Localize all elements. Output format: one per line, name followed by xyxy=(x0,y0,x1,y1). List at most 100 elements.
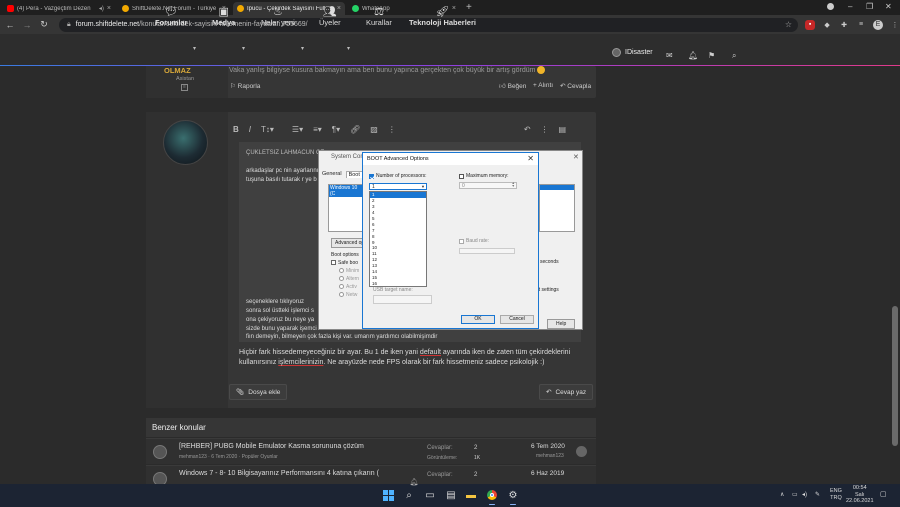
chrome-icon[interactable] xyxy=(486,489,498,505)
scale-icon: ⚖ xyxy=(373,6,384,18)
role-badge-icon: ≡ xyxy=(181,84,188,91)
profile-avatar-icon[interactable]: E xyxy=(873,19,883,30)
chevron-down-icon[interactable]: ▾ xyxy=(242,45,245,52)
chevron-up-icon[interactable]: ∧ xyxy=(780,492,784,499)
nav-medya[interactable]: ▣ Medya xyxy=(212,5,235,27)
scrollbar-thumb[interactable] xyxy=(892,306,898,446)
smile-emoji-icon xyxy=(537,66,546,74)
volume-icon[interactable]: ◂) xyxy=(802,492,807,499)
browser-tab[interactable]: (4) Pera - Vazgeçtim Dezen ◂) × xyxy=(3,2,115,15)
widgets-icon[interactable]: ▤ xyxy=(445,489,457,501)
bookmark-icon[interactable]: ⚑ xyxy=(708,51,715,60)
extensions-puzzle-icon[interactable]: ✚ xyxy=(839,20,849,30)
link-icon[interactable]: 🔗︎ xyxy=(350,125,360,134)
chevron-down-icon[interactable]: ▾ xyxy=(193,45,196,52)
notifications-icon[interactable]: ▢ xyxy=(880,491,887,499)
tab-general[interactable]: General xyxy=(322,171,342,178)
editor-toolbar: B I T↕▾ ☰▾ ≡▾ ¶▾ 🔗︎ ▨ ⋮ ↶ ⋮ ▤ xyxy=(233,122,588,136)
windows-start-icon[interactable] xyxy=(382,489,394,501)
processor-count-select[interactable]: 1 ▼ xyxy=(369,183,427,190)
nav-teknoloji-haberleri[interactable]: 🚀︎ Teknoloji Haberleri xyxy=(409,5,476,27)
chevron-down-icon[interactable]: ▾ xyxy=(301,45,304,52)
bold-icon[interactable]: B xyxy=(233,125,239,134)
clock[interactable]: 00:54 Salı 22.06.2021 xyxy=(846,485,874,505)
extension-icon[interactable]: ◆ xyxy=(822,20,832,30)
boot-advanced-dialog: BOOT Advanced Options ✕ Number of proces… xyxy=(362,152,539,329)
post-reply-button[interactable]: ↶ Cevap yaz xyxy=(539,384,594,400)
like-button[interactable]: 👍︎ Beğen xyxy=(499,82,526,90)
attach-file-button[interactable]: 📎︎ Dosya ekle xyxy=(229,384,288,400)
image-icon[interactable]: ▨ xyxy=(370,125,378,134)
processor-dropdown-list[interactable]: 1 2 3 4 5 6 7 8 9 10 11 12 13 14 15 16 xyxy=(369,191,427,287)
close-icon[interactable]: ✕ xyxy=(573,153,579,161)
bell-icon[interactable]: 🔔︎ xyxy=(688,51,698,60)
close-tab-icon[interactable]: × xyxy=(107,5,111,12)
search-icon[interactable]: ⌕ xyxy=(403,489,415,501)
page-scrollbar[interactable] xyxy=(890,66,900,484)
maximum-memory-checkbox[interactable] xyxy=(459,173,464,179)
inbox-icon[interactable]: ✉ xyxy=(666,51,673,60)
safe-boot-checkbox[interactable] xyxy=(331,260,336,266)
search-icon[interactable]: ⌕ xyxy=(732,51,736,61)
baud-rate-select xyxy=(459,248,515,254)
nav-uyeler[interactable]: 👥︎ Üyeler xyxy=(319,5,341,27)
cancel-button[interactable]: Cancel xyxy=(500,315,534,324)
maximize-icon[interactable]: ❐ xyxy=(866,2,873,11)
bell-icon[interactable]: 🔔︎ xyxy=(408,476,420,488)
users-icon: 👥︎ xyxy=(322,6,337,18)
paragraph-icon[interactable]: ¶▾ xyxy=(332,125,340,134)
bookmark-star-icon[interactable]: ☆ xyxy=(785,20,792,29)
list-item[interactable]: Windows 10 (C xyxy=(329,185,362,197)
language-indicator[interactable]: ENG TRQ xyxy=(830,488,842,501)
align-icon[interactable]: ≡▾ xyxy=(313,125,322,134)
reload-icon[interactable]: ↻ xyxy=(37,19,51,30)
nav-kurallar[interactable]: ⚖ Kurallar xyxy=(366,5,392,27)
ok-button[interactable]: OK xyxy=(461,315,495,324)
profile-dot-icon[interactable] xyxy=(827,3,834,10)
tab-boot[interactable]: Boot xyxy=(345,171,363,178)
preview-icon[interactable]: ▤ xyxy=(559,125,567,134)
thread-title[interactable]: [REHBER] PUBG Mobile Emulator Kasma soru… xyxy=(179,443,364,450)
speaker-icon[interactable]: ◂) xyxy=(99,5,104,12)
more-options-icon[interactable]: ⋮ xyxy=(541,125,549,134)
nav-forumlar[interactable]: 💬︎ Forumlar xyxy=(155,5,188,27)
user-role: Asistan xyxy=(176,76,195,82)
text-size-icon[interactable]: T↕▾ xyxy=(261,125,274,134)
reply-link[interactable]: ↶ Cevapla xyxy=(560,82,591,90)
number-of-processors-checkbox[interactable] xyxy=(369,173,374,179)
menu-dots-icon[interactable]: ⋮ xyxy=(890,20,900,30)
list-icon[interactable]: ☰▾ xyxy=(292,125,303,134)
os-list-right xyxy=(539,184,575,232)
italic-icon[interactable]: I xyxy=(249,125,251,134)
close-icon[interactable]: ✕ xyxy=(527,154,534,163)
os-list[interactable]: Windows 10 (C xyxy=(328,184,363,232)
forward-icon[interactable]: → xyxy=(20,20,34,30)
more-icon[interactable]: ⋮ xyxy=(388,125,396,134)
reading-list-icon[interactable]: ≡ xyxy=(856,20,866,30)
report-link[interactable]: ⚐ Raporla xyxy=(230,82,260,90)
file-explorer-icon[interactable]: ▬ xyxy=(465,489,477,501)
list-item[interactable]: [REHBER] PUBG Mobile Emulator Kasma soru… xyxy=(146,438,596,464)
help-button[interactable]: Help xyxy=(547,319,576,329)
nav-neler-yeni[interactable]: ♨ Neler yeni xyxy=(261,5,295,27)
avatar xyxy=(576,446,587,457)
undo-icon[interactable]: ↶ xyxy=(524,125,531,134)
list-item[interactable]: Windows 7 - 8- 10 Bilgisayarınız Perform… xyxy=(146,465,596,486)
reply-icon: ↶ xyxy=(546,389,552,396)
pen-icon[interactable]: ✎ xyxy=(815,492,820,499)
system-config-taskbar-icon[interactable]: ⚙ xyxy=(507,489,519,505)
chevron-down-icon[interactable]: ▾ xyxy=(347,45,350,52)
thread-title[interactable]: Windows 7 - 8- 10 Bilgisayarınız Perform… xyxy=(179,470,379,477)
lock-icon: 🔒︎ xyxy=(66,20,71,28)
close-window-icon[interactable]: ✕ xyxy=(885,2,892,11)
extension-icon[interactable]: ▪ xyxy=(805,19,816,30)
quote-button[interactable]: + Alıntı xyxy=(533,82,553,89)
network-icon[interactable]: ▭ xyxy=(792,492,798,499)
whatsapp-icon xyxy=(352,5,359,12)
user-menu[interactable]: IDisaster xyxy=(612,48,653,57)
post-text: Vaka yanlış bilgiyse kusura bakmayın ama… xyxy=(229,66,546,74)
minimize-icon[interactable]: – xyxy=(848,2,852,11)
dialog-title: BOOT Advanced Options xyxy=(367,156,429,162)
back-icon[interactable]: ← xyxy=(3,20,17,30)
task-view-icon[interactable]: ▭ xyxy=(424,489,436,501)
